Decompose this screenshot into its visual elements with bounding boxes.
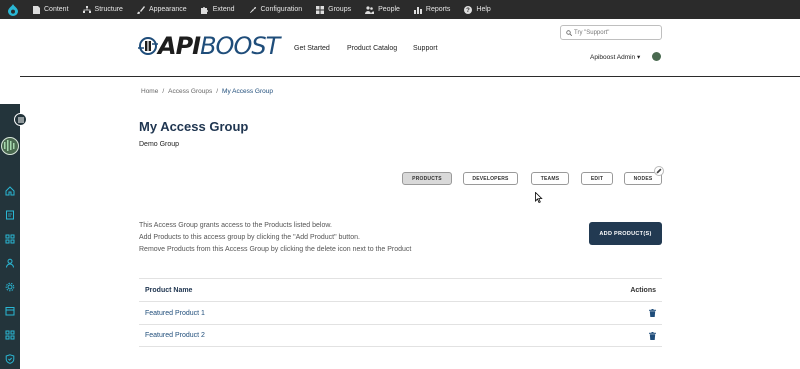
toolbar-item-label: Content: [44, 6, 69, 13]
toolbar-item-label: Groups: [328, 6, 352, 13]
toolbar-item-extend[interactable]: Extend: [194, 0, 242, 19]
toolbar-item-appearance[interactable]: Appearance: [130, 0, 194, 19]
sidebar-toggle-button[interactable]: [14, 113, 27, 126]
apiboost-logo[interactable]: APIBOOST: [138, 32, 280, 60]
page-title: My Access Group: [139, 119, 249, 134]
column-header-actions: Actions: [630, 286, 656, 294]
breadcrumb-separator: /: [162, 88, 165, 95]
toolbar-item-label: Appearance: [148, 6, 187, 13]
search-placeholder: Try "Support": [574, 29, 610, 36]
groups-icon: [316, 5, 325, 14]
search-input[interactable]: Try "Support": [560, 25, 662, 40]
nav-support[interactable]: Support: [413, 45, 438, 52]
drupal-logo-icon[interactable]: [0, 0, 26, 19]
toolbar-item-label: Reports: [425, 6, 451, 13]
delete-icon[interactable]: [649, 309, 656, 317]
breadcrumb-separator: /: [216, 88, 219, 95]
paintbrush-icon: [136, 5, 145, 14]
nav-get-started[interactable]: Get Started: [294, 45, 330, 52]
toolbar-item-content[interactable]: Content: [26, 0, 76, 19]
tab-developers[interactable]: DEVELOPERS: [463, 172, 518, 185]
toolbar-item-groups[interactable]: Groups: [309, 0, 358, 19]
breadcrumb: Home / Access Groups / My Access Group: [141, 88, 273, 95]
toolbar-item-reports[interactable]: Reports: [407, 0, 458, 19]
people-icon: [365, 5, 375, 14]
product-link[interactable]: Featured Product 1: [145, 310, 205, 317]
table-header-row: Product Name Actions: [139, 278, 662, 301]
description-line: This Access Group grants access to the P…: [139, 222, 332, 229]
file-icon: [33, 5, 40, 14]
table-row: Featured Product 1: [139, 301, 662, 324]
logo-api-text: API: [158, 32, 201, 60]
document-icon[interactable]: [4, 209, 16, 221]
tab-edit[interactable]: EDIT: [581, 172, 613, 185]
products-table: Product Name Actions Featured Product 1 …: [139, 278, 662, 347]
toolbar-item-label: Structure: [94, 6, 123, 13]
pencil-icon: [656, 168, 662, 174]
wrench-icon: [249, 6, 256, 13]
svg-text:?: ?: [467, 8, 471, 14]
sidebar-avatar[interactable]: [1, 137, 19, 155]
toolbar-item-label: Help: [476, 6, 491, 13]
user-avatar[interactable]: [652, 52, 661, 61]
toolbar-item-people[interactable]: People: [358, 0, 407, 19]
help-icon: ?: [464, 5, 473, 14]
logo-boost-text: BOOST: [200, 32, 280, 60]
breadcrumb-access-groups[interactable]: Access Groups: [168, 88, 212, 95]
add-products-button[interactable]: ADD PRODUCT(S): [589, 222, 662, 245]
description-line: Add Products to this access group by cli…: [139, 234, 360, 241]
menu-icon: [17, 117, 24, 122]
toolbar-item-label: People: [378, 6, 400, 13]
table-row: Featured Product 2: [139, 324, 662, 347]
search-icon: [566, 29, 572, 36]
breadcrumb-current: My Access Group: [222, 88, 273, 95]
page-subtitle: Demo Group: [139, 141, 180, 148]
toolbar-item-help[interactable]: ? Help: [457, 0, 497, 19]
user-menu[interactable]: Apiboost Admin ▾: [590, 53, 640, 61]
logo-wordmark: APIBOOST: [158, 32, 280, 60]
left-sidebar: [0, 104, 20, 369]
tab-products[interactable]: PRODUCTS: [402, 172, 452, 185]
bar-chart-icon: [413, 6, 422, 14]
sitemap-icon: [82, 5, 91, 13]
tab-teams[interactable]: TEAMS: [531, 172, 569, 185]
product-link[interactable]: Featured Product 2: [145, 332, 205, 339]
rocket-logo-icon: [138, 37, 158, 55]
toolbar-item-label: Configuration: [260, 6, 303, 13]
site-header: APIBOOST Get Started Product Catalog Sup…: [20, 19, 800, 77]
grid-icon[interactable]: [4, 233, 16, 245]
user-icon[interactable]: [4, 257, 16, 269]
edit-pencil-button[interactable]: [654, 166, 664, 176]
toolbar-item-label: Extend: [212, 6, 235, 13]
home-icon[interactable]: [4, 185, 16, 197]
delete-icon[interactable]: [649, 331, 656, 340]
shield-icon[interactable]: [4, 353, 16, 365]
breadcrumb-home[interactable]: Home: [141, 88, 158, 95]
mouse-cursor-icon: [535, 192, 543, 203]
calendar-icon[interactable]: [4, 305, 16, 317]
nav-product-catalog[interactable]: Product Catalog: [347, 45, 397, 52]
toolbar-item-configuration[interactable]: Configuration: [242, 0, 310, 19]
column-header-product-name: Product Name: [145, 286, 193, 294]
toolbar-item-structure[interactable]: Structure: [76, 0, 130, 19]
admin-toolbar: Content Structure Appearance Extend Conf…: [0, 0, 800, 19]
description-line: Remove Products from this Access Group b…: [139, 246, 412, 253]
puzzle-icon: [200, 6, 208, 14]
apps-icon[interactable]: [4, 329, 16, 341]
gear-icon[interactable]: [4, 281, 16, 293]
